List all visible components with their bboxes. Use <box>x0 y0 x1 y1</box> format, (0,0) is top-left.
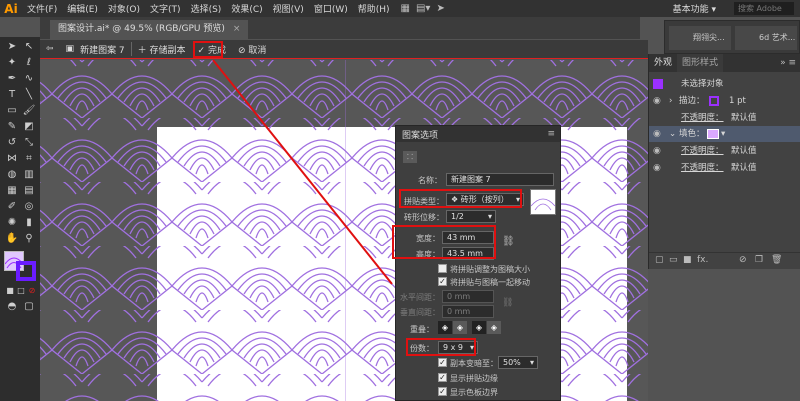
stroke-label: 描边： <box>679 96 705 106</box>
show-swatch-bounds-checkbox[interactable]: ✓ <box>438 387 447 396</box>
visibility-eye-icon[interactable]: ◉ <box>653 93 661 109</box>
overlap-bottom-icon[interactable]: ◈ <box>487 321 501 334</box>
v-spacing-field: 0 mm <box>442 305 494 318</box>
opacity-value: 默认值 <box>731 163 757 173</box>
fill-color-swatch[interactable] <box>707 129 719 139</box>
h-spacing-field: 0 mm <box>442 290 494 303</box>
fill-row[interactable]: ◉ ⌄ 填色： ▾ <box>649 126 800 142</box>
target-thumbnail <box>653 79 663 89</box>
appearance-panel: 外观 图形样式 » ≡ 未选择对象 ◉ › 描边： 1 pt 不透明度： 默认值… <box>648 54 800 269</box>
opacity-label[interactable]: 不透明度： <box>681 110 724 126</box>
brick-offset-value: 1/2 <box>451 212 464 221</box>
appearance-panel-tabs: 外观 图形样式 » ≡ <box>649 54 800 72</box>
resize-tile-label: 将拼贴调整为图稿大小 <box>450 265 530 274</box>
opacity-row[interactable]: 不透明度： 默认值 <box>649 110 800 126</box>
add-stroke-icon[interactable]: ▭ <box>669 253 678 268</box>
panel-menu-icon[interactable]: » ≡ <box>780 58 800 68</box>
link-icon[interactable]: ⛓ <box>502 236 515 247</box>
collapse-chevron-icon[interactable]: ⌄ <box>669 126 676 142</box>
dim-copies-label: 副本变暗至： <box>450 359 498 368</box>
opacity-value: 默认值 <box>731 113 757 123</box>
clear-appearance-icon[interactable]: ⊘ <box>739 253 747 268</box>
tile-preview-art <box>530 198 556 211</box>
show-swatch-bounds-label: 显示色板边界 <box>450 388 498 397</box>
stroke-weight-value[interactable]: 1 pt <box>729 93 746 109</box>
overlap-right-icon[interactable]: ◈ <box>453 321 467 334</box>
annotation-box-copies <box>406 338 476 356</box>
move-tile-checkbox[interactable]: ✓ <box>438 277 447 286</box>
visibility-eye-icon[interactable]: ◉ <box>653 160 661 176</box>
panel-menu-icon[interactable]: ≡ <box>547 129 560 139</box>
dim-copies-value: 50% <box>503 358 521 367</box>
pattern-options-panel: 图案选项 ≡ ⸬ 名称： 新建图案 7 拼贴类型： ❖ 砖形（按列） ▾ 砖形位移… <box>395 125 561 401</box>
tile-preview-thumbnail <box>530 189 556 215</box>
dim-copies-select[interactable]: 50% ▾ <box>498 356 538 369</box>
visibility-eye-icon[interactable]: ◉ <box>653 126 661 142</box>
visibility-eye-icon[interactable]: ◉ <box>653 143 661 159</box>
h-spacing-label: 水平间距： <box>400 293 440 302</box>
duplicate-item-icon[interactable]: ❐ <box>755 253 763 268</box>
brick-offset-label: 砖形位移： <box>404 213 444 222</box>
opacity-value: 默认值 <box>731 146 757 156</box>
pattern-options-header: 图案选项 ≡ <box>396 126 560 142</box>
name-label: 名称： <box>418 176 442 185</box>
new-art-icon[interactable]: ▢ <box>655 253 664 268</box>
panel-title: 图案选项 <box>402 130 439 141</box>
chevron-down-icon: ▾ <box>529 358 534 367</box>
show-tile-edge-label: 显示拼贴边缘 <box>450 374 498 383</box>
tile-tool-icon[interactable]: ⸬ <box>403 151 417 163</box>
pattern-name-field[interactable]: 新建图案 7 <box>446 173 554 186</box>
v-spacing-label: 垂直间距： <box>400 308 440 317</box>
stroke-row[interactable]: ◉ › 描边： 1 pt <box>649 93 800 109</box>
dim-copies-checkbox[interactable]: ✓ <box>438 358 447 367</box>
show-tile-edge-checkbox[interactable]: ✓ <box>438 373 447 382</box>
object-opacity-row[interactable]: ◉ 不透明度： 默认值 <box>649 160 800 176</box>
resize-tile-checkbox[interactable] <box>438 264 447 273</box>
appearance-target-row: 未选择对象 <box>649 76 800 92</box>
overlap-label: 重叠： <box>410 325 434 334</box>
link-icon: ⛓ <box>502 298 514 308</box>
delete-icon[interactable]: 🗑 <box>771 253 782 268</box>
tab-graphic-styles[interactable]: 图形样式 <box>677 54 724 72</box>
annotation-box-size <box>392 225 496 259</box>
overlap-top-icon[interactable]: ◈ <box>472 321 486 334</box>
effects-icon[interactable]: fx. <box>697 253 708 268</box>
opacity-label[interactable]: 不透明度： <box>681 160 724 176</box>
chevron-down-icon: ▾ <box>487 212 492 221</box>
chevron-down-icon[interactable]: ▾ <box>721 126 725 142</box>
add-fill-icon[interactable]: ■ <box>683 253 692 268</box>
opacity-label[interactable]: 不透明度： <box>681 143 724 159</box>
tab-appearance[interactable]: 外观 <box>649 54 677 72</box>
stroke-color-swatch[interactable] <box>709 96 719 106</box>
fill-label: 填色： <box>679 129 705 139</box>
overlap-left-icon[interactable]: ◈ <box>438 321 452 334</box>
move-tile-label: 将拼贴与图稿一起移动 <box>450 278 530 287</box>
annotation-box-tile-type <box>399 189 522 208</box>
appearance-footer: ▢ ▭ ■ fx. ⊘ ❐ 🗑 <box>649 252 800 268</box>
expand-chevron-icon[interactable]: › <box>669 93 672 109</box>
fill-opacity-row[interactable]: ◉ 不透明度： 默认值 <box>649 143 800 159</box>
appearance-target: 未选择对象 <box>681 79 724 89</box>
brick-offset-select[interactable]: 1/2 ▾ <box>446 210 496 223</box>
